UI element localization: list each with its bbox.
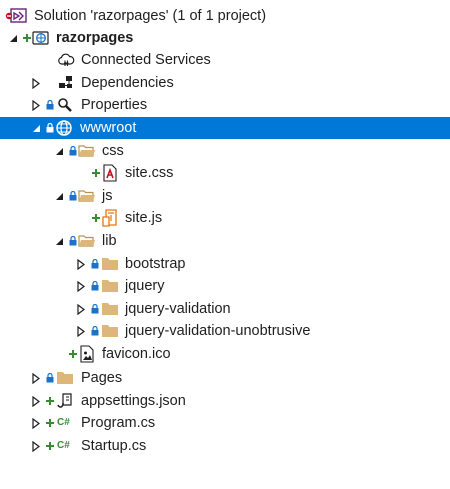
collapsed-arrow-icon[interactable]: [30, 390, 42, 412]
solution-explorer-tree: Solution 'razorpages' (1 of 1 project) r…: [0, 0, 450, 489]
collapsed-arrow-icon[interactable]: [30, 435, 42, 457]
js-file-icon: [101, 209, 119, 227]
add-badge-icon: [46, 390, 54, 412]
lock-badge-icon: [91, 275, 99, 297]
jquery-label: jquery: [125, 278, 165, 294]
lock-badge-icon: [69, 140, 77, 162]
site-js-label: site.js: [125, 210, 163, 226]
collapsed-arrow-icon[interactable]: [30, 367, 42, 389]
tree-row-css-folder[interactable]: css: [0, 140, 450, 162]
wrench-icon: [56, 96, 74, 114]
tree-row-favicon[interactable]: favicon.ico: [0, 343, 450, 365]
tree-row-bootstrap[interactable]: bootstrap: [0, 253, 450, 275]
properties-label: Properties: [81, 97, 148, 113]
collapsed-arrow-icon[interactable]: [75, 320, 87, 342]
tree-row-dependencies[interactable]: Dependencies: [0, 72, 450, 94]
folder-icon: [101, 277, 119, 295]
cloud-plug-icon: [57, 51, 75, 69]
json-file-icon: [56, 392, 74, 410]
tree-row-site-css[interactable]: site.css: [0, 162, 450, 184]
csharp-file-icon: C#: [57, 417, 70, 428]
tree-row-connected-services[interactable]: Connected Services: [0, 49, 450, 71]
lock-badge-icon: [91, 298, 99, 320]
lock-badge-icon: [69, 230, 77, 252]
tree-row-startup-cs[interactable]: C# Startup.cs: [0, 435, 450, 457]
add-badge-icon: [46, 412, 54, 434]
globe-icon: [55, 119, 73, 137]
tree-row-js-folder[interactable]: js: [0, 185, 450, 207]
lock-badge-icon: [69, 185, 77, 207]
collapsed-arrow-icon[interactable]: [30, 94, 42, 116]
tree-row-appsettings[interactable]: appsettings.json: [0, 390, 450, 412]
add-badge-icon: [46, 435, 54, 457]
lock-badge-icon: [91, 253, 99, 275]
startup-cs-label: Startup.cs: [81, 438, 147, 454]
folder-open-icon: [78, 232, 96, 250]
css-folder-label: css: [102, 143, 124, 159]
dependencies-label: Dependencies: [81, 75, 174, 91]
jquery-validation-unobtrusive-label: jquery-validation-unobtrusive: [125, 323, 311, 339]
image-file-icon: [78, 345, 96, 363]
connected-services-label: Connected Services: [81, 52, 211, 68]
folder-icon: [101, 255, 119, 273]
tree-row-jquery-validation[interactable]: jquery-validation: [0, 298, 450, 320]
css-file-icon: [101, 164, 119, 182]
expanded-arrow-icon[interactable]: [53, 185, 65, 207]
tree-row-solution[interactable]: Solution 'razorpages' (1 of 1 project): [0, 5, 450, 27]
expanded-arrow-icon[interactable]: [53, 230, 65, 252]
collapsed-arrow-icon[interactable]: [75, 253, 87, 275]
add-badge-icon: [23, 27, 31, 49]
expanded-arrow-icon[interactable]: [53, 140, 65, 162]
expanded-arrow-icon[interactable]: [30, 117, 42, 139]
tree-row-lib-folder[interactable]: lib: [0, 230, 450, 252]
collapsed-arrow-icon[interactable]: [75, 275, 87, 297]
folder-icon: [101, 322, 119, 340]
collapsed-arrow-icon[interactable]: [30, 412, 42, 434]
wwwroot-label: wwwroot: [80, 120, 137, 136]
js-folder-label: js: [102, 188, 113, 204]
tree-row-wwwroot[interactable]: wwwroot: [0, 117, 450, 139]
pages-label: Pages: [81, 370, 123, 386]
lock-badge-icon: [91, 320, 99, 342]
folder-icon: [101, 300, 119, 318]
csharp-file-icon: C#: [57, 440, 70, 451]
dependencies-icon: [57, 74, 75, 92]
tree-row-site-js[interactable]: site.js: [0, 207, 450, 229]
solution-icon: [4, 7, 27, 25]
lock-badge-icon: [46, 367, 54, 389]
web-project-icon: [32, 29, 50, 47]
expanded-arrow-icon[interactable]: [7, 27, 19, 49]
tree-row-jquery-validation-unobtrusive[interactable]: jquery-validation-unobtrusive: [0, 320, 450, 342]
add-badge-icon: [92, 207, 100, 229]
favicon-label: favicon.ico: [102, 346, 171, 362]
folder-open-icon: [78, 142, 96, 160]
lock-badge-icon: [46, 117, 54, 139]
folder-icon: [56, 369, 74, 387]
lock-badge-icon: [46, 94, 54, 116]
site-css-label: site.css: [125, 165, 174, 181]
tree-row-program-cs[interactable]: C# Program.cs: [0, 412, 450, 434]
add-badge-icon: [69, 343, 77, 365]
appsettings-label: appsettings.json: [81, 393, 186, 409]
collapsed-arrow-icon[interactable]: [75, 298, 87, 320]
tree-row-pages[interactable]: Pages: [0, 367, 450, 389]
program-cs-label: Program.cs: [81, 415, 156, 431]
tree-row-project[interactable]: razorpages: [0, 27, 450, 49]
bootstrap-label: bootstrap: [125, 256, 186, 272]
add-badge-icon: [92, 162, 100, 184]
tree-row-jquery[interactable]: jquery: [0, 275, 450, 297]
lib-folder-label: lib: [102, 233, 117, 249]
collapsed-arrow-icon[interactable]: [30, 72, 42, 94]
folder-open-icon: [78, 187, 96, 205]
jquery-validation-label: jquery-validation: [125, 301, 231, 317]
tree-row-properties[interactable]: Properties: [0, 94, 450, 116]
project-label: razorpages: [56, 30, 134, 46]
solution-label: Solution 'razorpages' (1 of 1 project): [34, 8, 267, 24]
